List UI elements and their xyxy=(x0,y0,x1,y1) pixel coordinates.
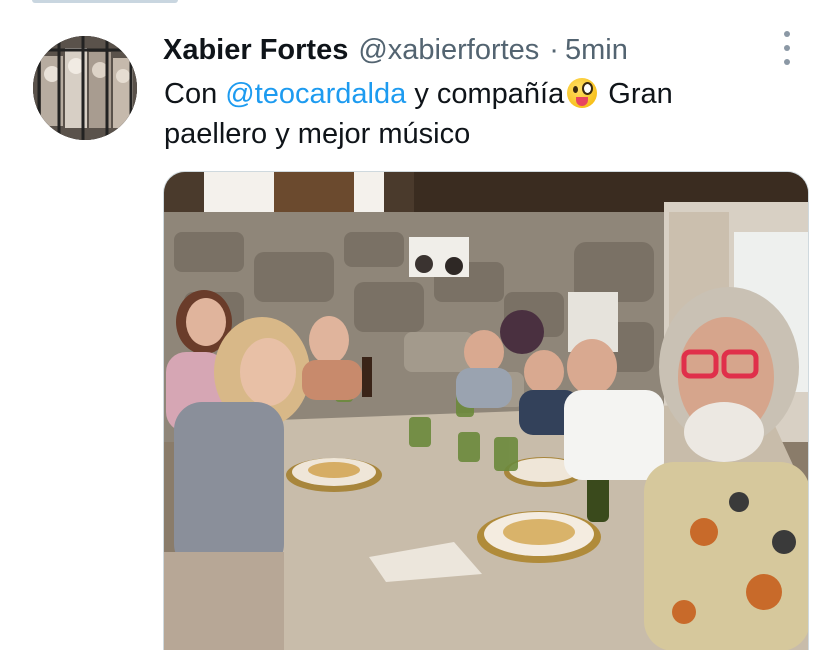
tweet-text-prefix: Con xyxy=(164,78,226,110)
author-name[interactable]: Xabier Fortes xyxy=(163,34,348,67)
top-accent-bar xyxy=(32,0,178,3)
separator-dot: · xyxy=(549,33,559,66)
tweet-photo[interactable] xyxy=(163,171,809,650)
tweet-text: Con @teocardalda y compañía Gran paeller… xyxy=(164,74,764,154)
mention-link[interactable]: @teocardalda xyxy=(225,78,406,110)
tweet-text-middle: y compañía xyxy=(406,78,565,110)
author-handle[interactable]: @xabierfortes xyxy=(358,34,539,67)
tweet-header: Xabier Fortes @xabierfortes · 5min xyxy=(163,30,628,70)
photo-image xyxy=(164,172,808,650)
zany-face-icon xyxy=(567,78,598,108)
timestamp[interactable]: 5min xyxy=(565,34,628,67)
more-options-icon[interactable] xyxy=(780,31,794,65)
avatar[interactable] xyxy=(33,36,137,140)
avatar-image xyxy=(33,36,137,140)
